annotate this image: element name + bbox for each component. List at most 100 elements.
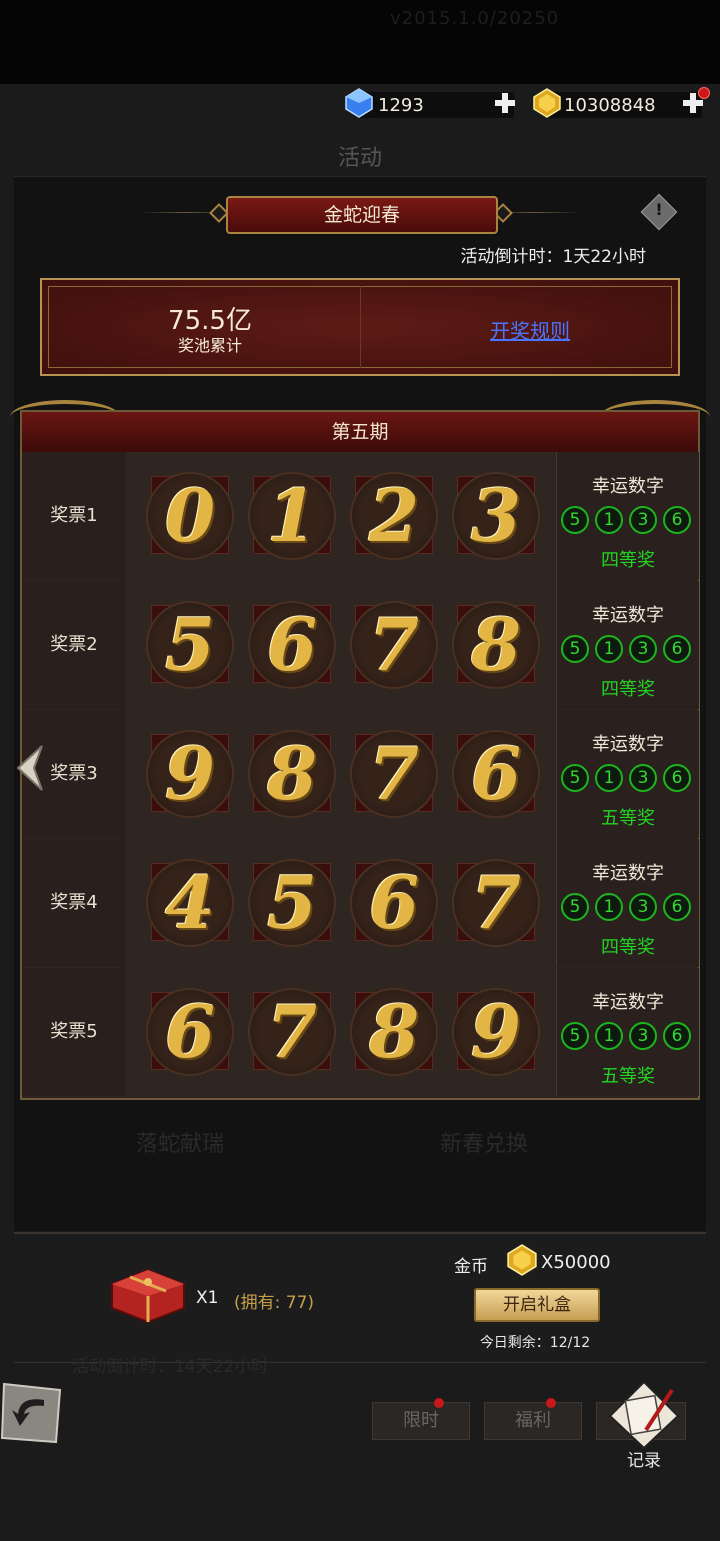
gold-gem-reward-icon: [507, 1244, 537, 1276]
event-countdown: 活动倒计时：1天22小时: [460, 247, 646, 267]
gold-count: 10308848: [564, 95, 656, 116]
snake-digit: 6: [452, 730, 540, 818]
snake-digit: 6: [146, 988, 234, 1076]
info-icon: !: [655, 200, 663, 219]
ticket-numbers: 9876: [126, 710, 556, 838]
gift-owned: (拥有: 77): [234, 1293, 315, 1313]
lucky-ball: 3: [629, 893, 657, 921]
snake-digit: 8: [350, 988, 438, 1076]
ghost-countdown: 活动倒计时：14天22小时: [72, 1357, 269, 1377]
snake-digit: 7: [350, 730, 438, 818]
pool-label: 奖池累计: [177, 336, 242, 355]
ticket-numbers: 4567: [126, 839, 556, 967]
lucky-numbers: 5136: [561, 635, 695, 665]
snake-digit: 7: [248, 988, 336, 1076]
top-status-band: v2015.1.0/20250: [0, 0, 720, 84]
lucky-numbers: 5136: [561, 764, 695, 794]
lucky-ball: 3: [629, 635, 657, 663]
coin-label: 金币: [454, 1257, 488, 1277]
snake-digit: 2: [350, 472, 438, 560]
ticket-label: 奖票5: [22, 968, 127, 1096]
snake-digit: 9: [146, 730, 234, 818]
limited-dot: [434, 1398, 444, 1408]
snake-digit: 8: [452, 601, 540, 689]
record-label: 记录: [627, 1451, 661, 1471]
prev-arrow-icon[interactable]: [12, 744, 46, 792]
tab-limited[interactable]: 限时: [372, 1402, 470, 1440]
lucky-ball: 5: [561, 764, 589, 792]
snake-digit: 0: [146, 472, 234, 560]
lucky-panel: 幸运数字 5 1 3 6 四等奖: [556, 839, 699, 967]
ticket-row: 奖票1 0 1 2 3 幸运数字 5 1 3 6 四等奖: [22, 452, 699, 580]
lucky-title: 幸运数字: [592, 734, 664, 755]
ticket-label: 奖票1: [22, 452, 127, 580]
prize-tier: 四等奖: [601, 679, 655, 700]
lucky-ball: 6: [663, 764, 691, 792]
ticket-numbers: 6789: [126, 968, 556, 1096]
page-title: 活动: [337, 146, 382, 171]
top-ghost-text: v2015.1.0/20250: [390, 8, 560, 29]
snake-digit: 6: [248, 601, 336, 689]
snake-digit: 9: [452, 988, 540, 1076]
ticket-row: 奖票2 5 6 7 8 幸运数字 5 1 3 6 四等奖: [22, 581, 699, 709]
lucky-ball: 1: [595, 506, 623, 534]
snake-digit: 7: [452, 859, 540, 947]
ticket-row: 奖票4 4 5 6 7 幸运数字 5 1 3 6 四等奖: [22, 839, 699, 967]
open-gift-button[interactable]: 开启礼盒: [474, 1288, 600, 1322]
ticket-label: 奖票4: [22, 839, 127, 967]
lucky-ball: 3: [629, 1022, 657, 1050]
prize-tier: 五等奖: [601, 808, 655, 829]
lucky-title: 幸运数字: [592, 863, 664, 884]
prize-tier: 四等奖: [601, 937, 655, 958]
gift-count: X1: [196, 1288, 219, 1308]
lucky-ball: 5: [561, 893, 589, 921]
lucky-ball: 6: [663, 635, 691, 663]
diamond-count: 1293: [378, 95, 424, 116]
snake-digit: 5: [146, 601, 234, 689]
notification-dot: [698, 87, 710, 99]
add-diamond-icon[interactable]: [494, 92, 516, 114]
blue-gem-icon: [345, 88, 373, 118]
back-icon[interactable]: [0, 1380, 64, 1446]
snake-digit: 3: [452, 472, 540, 560]
coin-amount: X50000: [541, 1252, 611, 1273]
ticket-numbers: 5678: [126, 581, 556, 709]
lucky-numbers: 5136: [561, 1022, 695, 1052]
lucky-panel: 幸运数字 5 1 3 6 四等奖: [556, 452, 699, 580]
phase-title: 第五期: [22, 412, 698, 454]
lucky-panel: 幸运数字 5 1 3 6 五等奖: [556, 968, 699, 1096]
lucky-title: 幸运数字: [592, 605, 664, 626]
ghost-tab-left: 落蛇献瑞: [136, 1132, 225, 1157]
tab-welfare[interactable]: 福利: [484, 1402, 582, 1440]
rules-link[interactable]: 开奖规则: [440, 315, 620, 344]
gold-gem-icon: [533, 88, 561, 118]
snake-digit: 6: [350, 859, 438, 947]
lucky-ball: 1: [595, 893, 623, 921]
scroll-quill-icon[interactable]: [606, 1380, 682, 1450]
snake-digit: 1: [248, 472, 336, 560]
lucky-ball: 5: [561, 506, 589, 534]
lucky-panel: 幸运数字 5 1 3 6 四等奖: [556, 581, 699, 709]
event-title: 金蛇迎春: [226, 196, 498, 234]
ticket-row: 奖票3 9 8 7 6 幸运数字 5 1 3 6 五等奖: [22, 710, 699, 838]
lucky-ball: 3: [629, 764, 657, 792]
remaining-count: 今日剩余：12/12: [479, 1335, 591, 1351]
ticket-numbers: 0123: [126, 452, 556, 580]
snake-digit: 8: [248, 730, 336, 818]
ghost-tab-right: 新春兑换: [440, 1132, 529, 1157]
snake-digit: 5: [248, 859, 336, 947]
lucky-ball: 1: [595, 635, 623, 663]
welfare-dot: [546, 1398, 556, 1408]
prize-tier: 四等奖: [601, 550, 655, 571]
lucky-ball: 6: [663, 1022, 691, 1050]
lucky-ball: 5: [561, 635, 589, 663]
lucky-ball: 3: [629, 506, 657, 534]
lucky-panel: 幸运数字 5 1 3 6 五等奖: [556, 710, 699, 838]
lucky-ball: 1: [595, 1022, 623, 1050]
gift-box-icon: [111, 1268, 185, 1324]
prize-tier: 五等奖: [601, 1066, 655, 1087]
lucky-title: 幸运数字: [592, 476, 664, 497]
lucky-ball: 6: [663, 893, 691, 921]
ticket-label: 奖票2: [22, 581, 127, 709]
lucky-title: 幸运数字: [592, 992, 664, 1013]
